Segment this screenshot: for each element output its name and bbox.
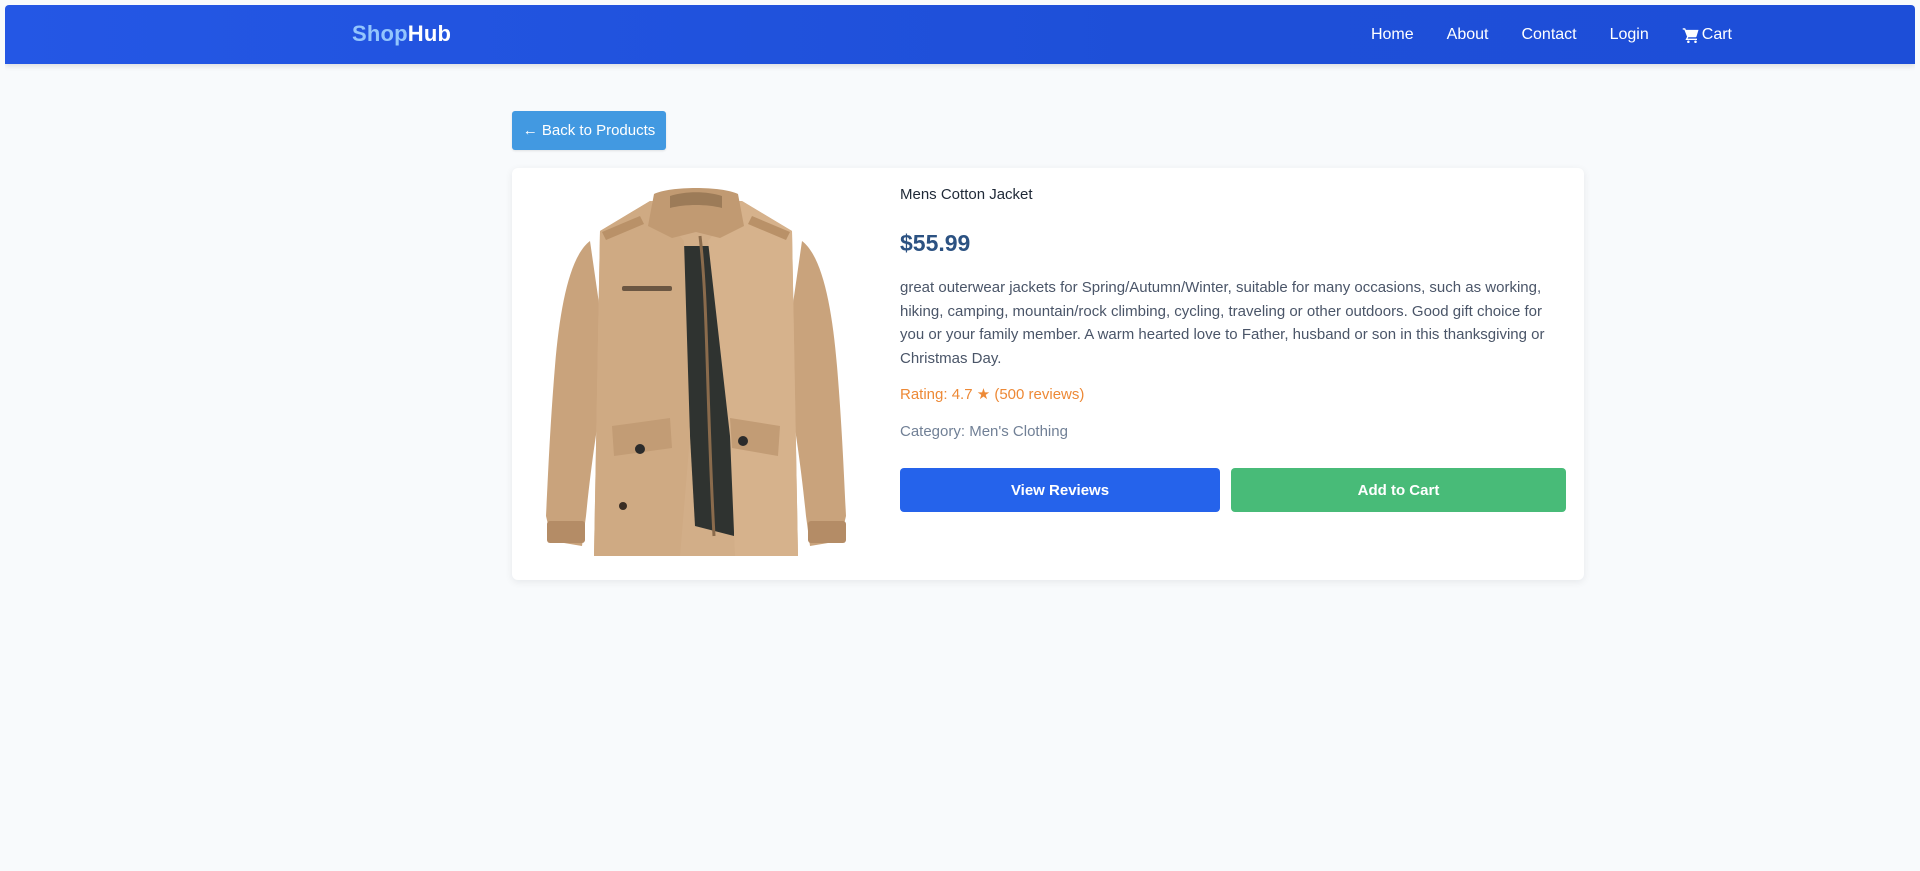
nav-link-about[interactable]: About <box>1447 26 1489 44</box>
jacket-image <box>546 188 846 556</box>
nav-link-cart[interactable]: Cart <box>1682 26 1732 44</box>
product-category: Category: Men's Clothing <box>900 423 1068 440</box>
nav-link-contact[interactable]: Contact <box>1521 26 1576 44</box>
product-card: Mens Cotton Jacket $55.99 great outerwea… <box>512 168 1584 580</box>
nav-links: Home About Contact Login Cart <box>1338 5 1732 64</box>
product-price: $55.99 <box>900 230 971 256</box>
page: ShopHub Home About Contact Login Cart ← … <box>5 5 1915 871</box>
nav-link-home[interactable]: Home <box>1371 26 1414 44</box>
brand-part-hub: Hub <box>407 21 452 46</box>
nav-link-login[interactable]: Login <box>1610 26 1649 44</box>
nav-link-cart-label: Cart <box>1701 25 1732 43</box>
navbar: ShopHub Home About Contact Login Cart <box>5 5 1915 64</box>
view-reviews-button[interactable]: View Reviews <box>900 468 1220 512</box>
product-description: great outerwear jackets for Spring/Autum… <box>900 279 1545 368</box>
back-to-products-button[interactable]: ← Back to Products <box>512 111 666 150</box>
brand-logo[interactable]: ShopHub <box>352 21 451 47</box>
product-rating: Rating: 4.7 ★ (500 reviews) <box>900 386 1085 403</box>
brand-part-shop: Shop <box>352 21 408 46</box>
product-title: Mens Cotton Jacket <box>900 186 1033 203</box>
cart-icon <box>1682 27 1699 43</box>
add-to-cart-button[interactable]: Add to Cart <box>1231 468 1566 512</box>
